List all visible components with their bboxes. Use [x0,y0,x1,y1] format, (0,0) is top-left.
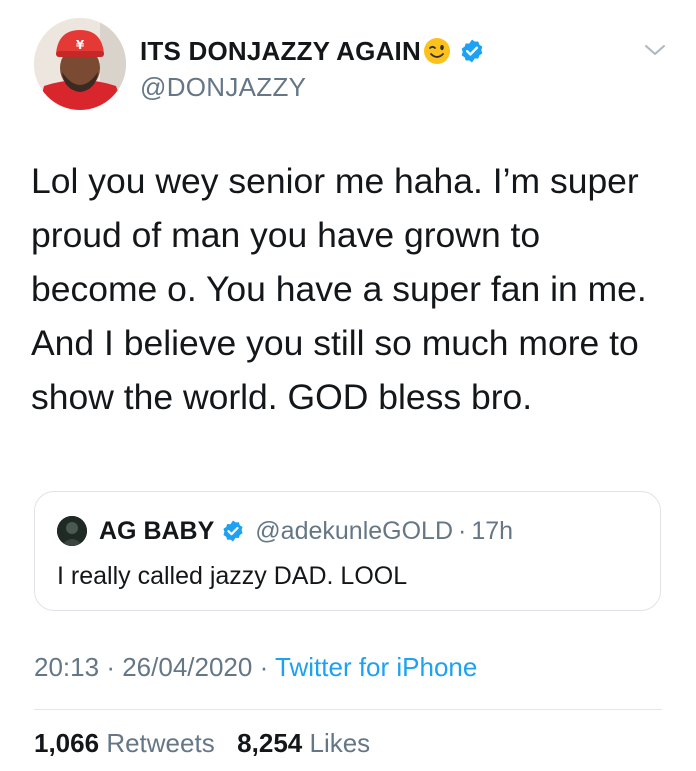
author-avatar[interactable]: ¥ [34,18,126,110]
tweet-time: 20:13 [34,652,100,682]
quoted-author-handle: @adekunleGOLD [255,516,454,545]
tweet-text-line: And I believe you still so much more to [31,323,639,363]
tweet-text-line: become o. You have a super fan in me. [31,269,647,309]
tweet-menu-chevron-down-icon[interactable] [643,40,667,60]
verified-badge-icon [459,38,485,64]
quoted-separator: · [458,516,467,545]
tweet-text-line: show the world. GOD bless bro. [31,377,533,417]
retweets-count: 1,066 [34,728,100,758]
author-handle[interactable]: @DONJAZZY [140,72,306,103]
tweet-source-link[interactable]: Twitter for iPhone [275,652,477,682]
svg-text:¥: ¥ [76,38,85,52]
quoted-author-name: AG BABY [99,516,215,545]
likes-stat[interactable]: 8,254 Likes [237,728,370,758]
tweet-date: 26/04/2020 [122,652,253,682]
retweets-stat[interactable]: 1,066 Retweets [34,728,215,758]
divider [34,709,662,710]
quoted-avatar-photo-icon [57,516,87,546]
tweet-text: Lol you wey senior me haha. I’m super pr… [31,154,671,424]
retweets-label: Retweets [106,728,215,758]
quoted-author-avatar [57,516,87,546]
avatar-photo-icon: ¥ [34,18,126,110]
likes-label: Likes [309,728,371,758]
tweet-stats: 1,066 Retweets 8,254 Likes [34,728,370,759]
author-name-row[interactable]: ITS DONJAZZY AGAIN [140,34,485,68]
author-display-name[interactable]: ITS DONJAZZY AGAIN [140,36,421,67]
likes-count: 8,254 [237,728,303,758]
winking-face-emoji-icon [423,37,451,65]
quoted-timestamp: 17h [471,516,514,545]
meta-separator: · [106,652,115,682]
quoted-tweet-card[interactable]: AG BABY @adekunleGOLD · 17h I really cal… [34,491,661,611]
meta-separator: · [259,652,269,682]
quoted-tweet-text: I really called jazzy DAD. LOOL [57,562,408,590]
tweet-text-line: proud of man you have grown to [31,215,541,255]
quoted-tweet-header: AG BABY @adekunleGOLD · 17h [99,514,513,548]
tweet-meta: 20:13 · 26/04/2020 · Twitter for iPhone [34,652,477,683]
verified-badge-icon [221,519,245,543]
tweet-text-line: Lol you wey senior me haha. I’m super [31,161,639,201]
